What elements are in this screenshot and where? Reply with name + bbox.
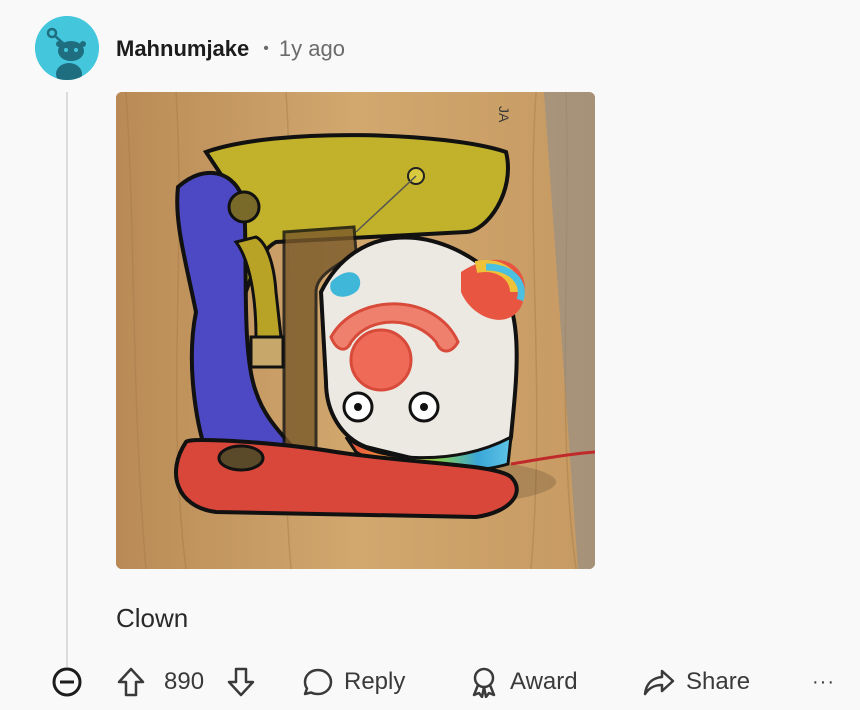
comment-meta: Mahnumjake • 1y ago: [116, 34, 345, 64]
collapse-button[interactable]: [50, 660, 84, 704]
comment-body: Clown: [116, 603, 189, 633]
image-watermark-text: JA: [496, 106, 512, 123]
upvote-button[interactable]: [116, 660, 146, 704]
meta-separator: •: [263, 40, 269, 57]
reply-label: Reply: [344, 668, 406, 695]
ellipsis-icon: ···: [812, 670, 835, 693]
award-ribbon-icon: [472, 667, 496, 698]
share-label: Share: [686, 668, 751, 695]
speech-bubble-icon: [303, 668, 333, 696]
share-arrow-icon: [643, 669, 675, 696]
username[interactable]: Mahnumjake: [116, 36, 249, 62]
minus-circle-icon: [52, 667, 82, 697]
timestamp[interactable]: 1y ago: [279, 36, 345, 62]
award-button[interactable]: Award: [468, 660, 578, 704]
comment-actions: 890 Reply Award Share ···: [0, 660, 860, 704]
share-button[interactable]: Share: [642, 660, 750, 704]
vote-score: 890: [164, 668, 205, 695]
reply-button[interactable]: Reply: [302, 660, 405, 704]
clown-mixer-drawing: JA: [116, 92, 595, 569]
avatar[interactable]: [35, 16, 99, 80]
comment-image[interactable]: JA: [116, 92, 595, 569]
arrow-up-icon: [117, 667, 145, 697]
downvote-button[interactable]: [226, 660, 256, 704]
more-options-button[interactable]: ···: [812, 660, 835, 704]
snoo-avatar-icon: [35, 16, 99, 80]
arrow-down-icon: [227, 667, 255, 697]
thread-line: [66, 92, 68, 667]
award-label: Award: [510, 668, 578, 695]
